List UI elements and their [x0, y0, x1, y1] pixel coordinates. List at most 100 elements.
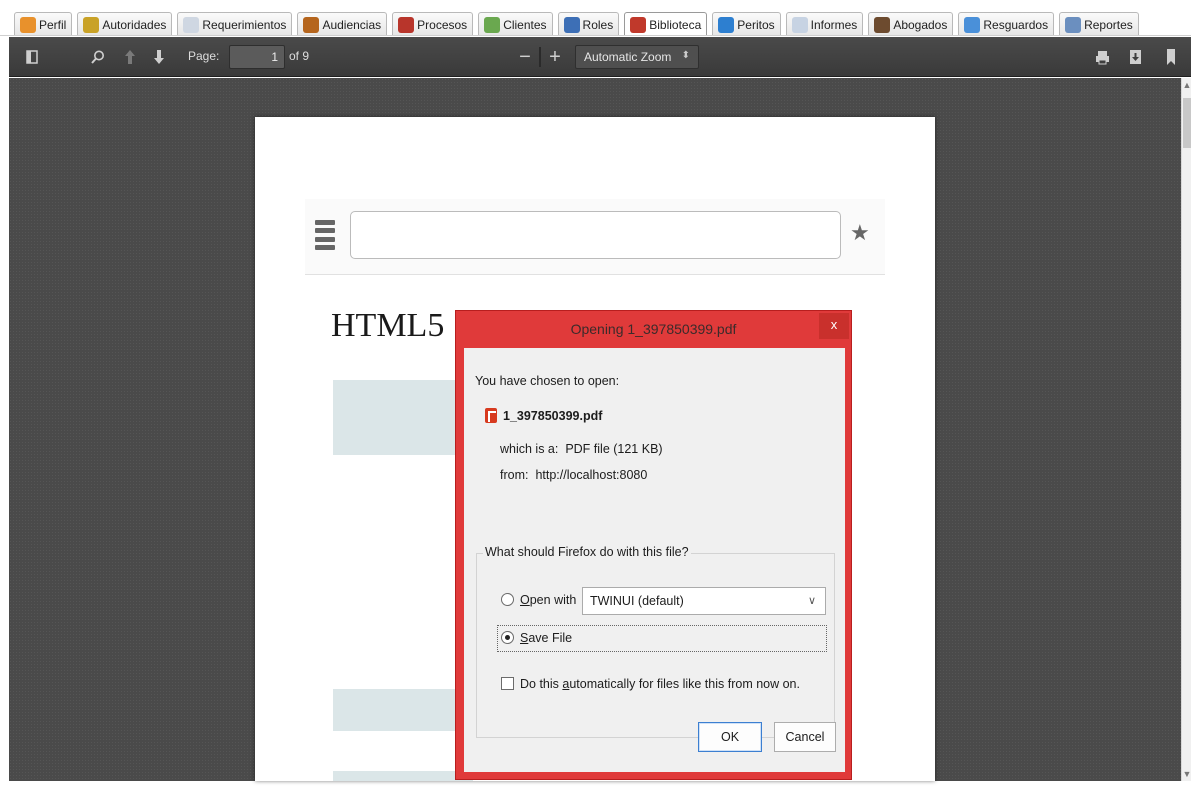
tab-audiencias[interactable]: Audiencias	[297, 12, 388, 36]
chevron-updown-icon: ⬍	[681, 50, 690, 61]
print-icon[interactable]	[1092, 37, 1112, 77]
app-tab-strip: Perfil Autoridades Requerimientos Audiencia…	[0, 0, 1191, 37]
cancel-button[interactable]: Cancel	[774, 722, 836, 752]
save-file-option[interactable]: Save File	[501, 631, 572, 645]
scroll-up-icon[interactable]: ▲	[1182, 78, 1191, 92]
tab-label: Reportes	[1084, 17, 1133, 32]
file-type-value: PDF file (121 KB)	[565, 442, 663, 456]
experts-icon	[718, 16, 735, 33]
tab-label: Autoridades	[102, 17, 167, 32]
tab-label: Roles	[582, 17, 614, 32]
page-number-input[interactable]	[229, 45, 285, 69]
tab-label: Abogados	[893, 17, 948, 32]
hamburger-menu-icon	[315, 220, 335, 250]
tab-autoridades[interactable]: Autoridades	[77, 12, 173, 36]
bookmark-icon[interactable]	[1162, 37, 1180, 77]
next-page-icon[interactable]	[149, 37, 169, 77]
tab-requerimientos[interactable]: Requerimientos	[177, 12, 293, 36]
tab-peritos[interactable]: Peritos	[712, 12, 781, 36]
profile-icon	[20, 16, 36, 33]
hearings-icon	[303, 16, 320, 33]
tab-perfil[interactable]: Perfil	[14, 12, 73, 36]
library-icon	[630, 16, 647, 33]
intro-text: You have chosen to open:	[475, 374, 620, 388]
safeguards-icon	[964, 16, 981, 33]
reports-icon	[791, 16, 808, 33]
search-icon[interactable]	[87, 37, 109, 77]
tab-label: Procesos	[417, 17, 468, 32]
dialog-body: You have chosen to open: 1_397850399.pdf…	[464, 348, 845, 772]
scrollbar-thumb[interactable]	[1183, 98, 1191, 148]
ok-button[interactable]: OK	[698, 722, 762, 752]
tab-label: Perfil	[39, 17, 67, 32]
open-with-value: TWINUI (default)	[590, 594, 684, 608]
scroll-down-icon[interactable]: ▼	[1182, 767, 1191, 781]
tab-label: Resguardos	[983, 17, 1049, 32]
previous-page-icon[interactable]	[120, 37, 140, 77]
file-source-row: from: http://localhost:8080	[500, 468, 647, 482]
zoom-select-value: Automatic Zoom	[584, 50, 672, 64]
tab-list: Perfil Autoridades Requerimientos Audiencia…	[14, 12, 1139, 36]
open-with-label: Open with	[520, 593, 577, 607]
processes-icon	[398, 16, 415, 33]
file-row: 1_397850399.pdf	[485, 408, 602, 423]
tab-procesos[interactable]: Procesos	[392, 12, 474, 36]
tab-reportes[interactable]: Reportes	[1059, 12, 1139, 36]
file-source-value: http://localhost:8080	[535, 468, 648, 482]
requirements-icon	[183, 16, 200, 33]
dialog-title: Opening 1_397850399.pdf	[570, 321, 737, 337]
tab-label: Biblioteca	[649, 17, 702, 32]
clients-icon	[484, 16, 501, 33]
zoom-select[interactable]: Automatic Zoom ⬍	[575, 45, 699, 69]
page-label: Page:	[188, 49, 220, 63]
tab-label: Peritos	[737, 17, 775, 32]
authorities-icon	[83, 16, 100, 33]
file-name: 1_397850399.pdf	[503, 409, 603, 423]
content-block	[333, 771, 473, 781]
pdf-file-icon	[485, 408, 497, 423]
tab-clientes[interactable]: Clientes	[478, 12, 553, 36]
content-block	[333, 380, 473, 455]
file-type-label: which is a:	[500, 442, 559, 456]
tab-biblioteca[interactable]: Biblioteca	[624, 12, 708, 36]
open-file-dialog: Opening 1_397850399.pdf x You have chose…	[455, 310, 852, 780]
tab-strip-divider	[0, 35, 1191, 36]
page-heading: HTML5	[331, 307, 445, 344]
open-with-option[interactable]: Open with	[501, 593, 576, 607]
tab-label: Audiencias	[322, 17, 382, 32]
tab-resguardos[interactable]: Resguardos	[958, 12, 1055, 36]
auto-option[interactable]: Do this automatically for files like thi…	[501, 677, 800, 691]
file-source-label: from:	[500, 468, 529, 482]
download-icon[interactable]	[1125, 37, 1145, 77]
vertical-scrollbar[interactable]: ▲ ▼	[1181, 78, 1191, 781]
tab-roles[interactable]: Roles	[557, 12, 620, 36]
tab-abogados[interactable]: Abogados	[868, 12, 954, 36]
action-groupbox: What should Firefox do with this file? O…	[476, 545, 835, 738]
zoom-out-button[interactable]: −	[514, 37, 536, 77]
tab-label: Clientes	[503, 17, 547, 32]
save-file-label: Save File	[520, 631, 573, 645]
chevron-down-icon: ∨	[807, 595, 816, 607]
lawyers-icon	[874, 16, 891, 33]
roles-icon	[563, 16, 580, 33]
pdf-toolbar: Page: of 9 − + Automatic Zoom ⬍	[9, 37, 1191, 77]
action-question: What should Firefox do with this file?	[483, 545, 691, 559]
auto-checkbox[interactable]	[501, 677, 514, 690]
tab-label: Requerimientos	[202, 17, 287, 32]
auto-label: Do this automatically for files like thi…	[520, 677, 800, 691]
zoom-separator	[539, 47, 541, 67]
content-block	[333, 689, 473, 731]
save-file-radio[interactable]	[501, 631, 514, 644]
star-icon: ★	[850, 220, 870, 245]
file-type-row: which is a: PDF file (121 KB)	[500, 442, 663, 456]
report-pages-icon	[1065, 16, 1082, 33]
sidebar-toggle-icon[interactable]	[19, 37, 45, 77]
page-count: of 9	[289, 49, 310, 63]
page-search-box	[350, 211, 841, 259]
open-with-radio[interactable]	[501, 593, 514, 606]
tab-label: Informes	[810, 17, 858, 32]
tab-informes[interactable]: Informes	[785, 12, 864, 36]
close-button[interactable]: x	[819, 313, 849, 339]
zoom-in-button[interactable]: +	[544, 37, 566, 77]
open-with-select[interactable]: TWINUI (default) ∨	[582, 587, 826, 615]
